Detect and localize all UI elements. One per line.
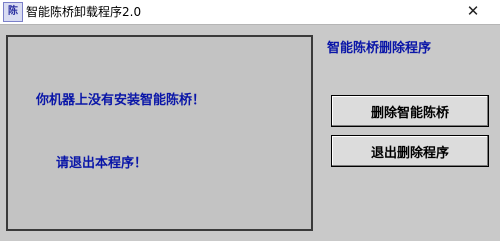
close-button[interactable]: ✕ [458,1,488,21]
exit-button[interactable]: 退出删除程序 [331,135,489,167]
app-icon: 陈 [3,2,23,22]
exit-prompt-message: 请退出本程序！ [56,156,148,171]
window-client-area: 你机器上没有安装智能陈桥！ 请退出本程序！ 智能陈桥删除程序 删除智能陈桥 退出… [0,24,500,241]
program-heading: 智能陈桥删除程序 [327,41,432,56]
window-title: 智能陈桥卸载程序2.0 [26,5,142,19]
not-installed-message: 你机器上没有安装智能陈桥！ [36,93,206,108]
message-panel: 你机器上没有安装智能陈桥！ 请退出本程序！ [6,35,313,231]
delete-button[interactable]: 删除智能陈桥 [331,95,489,127]
title-bar: 陈 智能陈桥卸载程序2.0 ✕ [0,0,500,24]
